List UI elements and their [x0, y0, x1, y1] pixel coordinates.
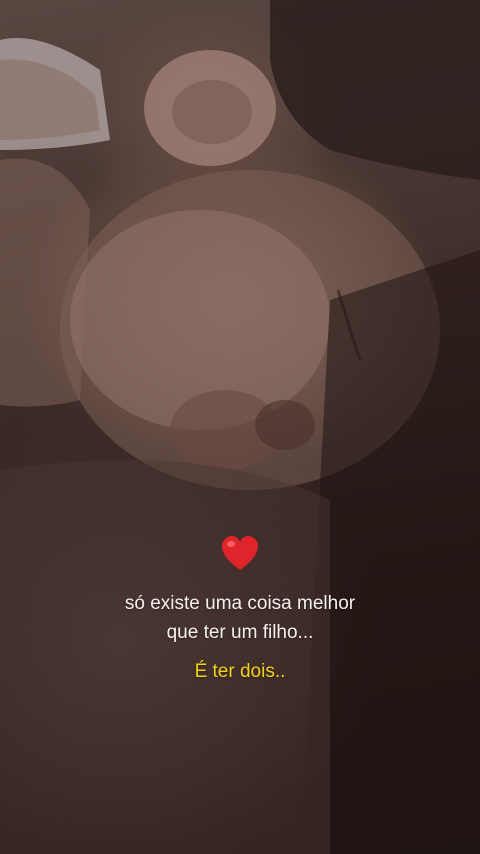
story-view: só existe uma coisa melhor que ter um fi… [0, 0, 480, 854]
story-caption: só existe uma coisa melhor que ter um fi… [0, 534, 480, 686]
caption-line-2: que ter um filho... [166, 622, 314, 643]
photo-background [0, 0, 480, 854]
caption-line-1: só existe uma coisa melhor [124, 593, 356, 614]
caption-highlight: É ter dois.. [194, 661, 286, 682]
heart-icon [222, 536, 258, 570]
